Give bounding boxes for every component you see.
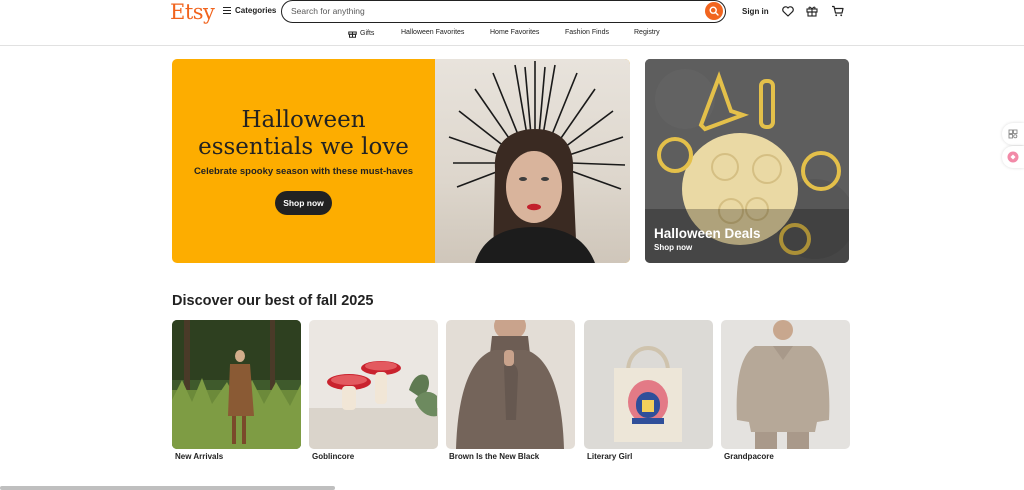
brown-turtleneck-photo — [446, 320, 575, 449]
hero-title-line2: essentials we love — [198, 134, 409, 160]
goblincore-image — [309, 320, 438, 449]
tote-bag-photo — [584, 320, 713, 449]
cart-icon — [831, 5, 844, 17]
card-label: Literary Girl — [587, 452, 633, 461]
category-card-literary-girl[interactable]: Literary Girl — [584, 320, 713, 461]
brown-is-the-new-black-image — [446, 320, 575, 449]
search-button[interactable] — [705, 2, 723, 20]
hero-title: Halloween essentials we love — [172, 107, 435, 161]
search-bar — [281, 0, 726, 23]
nav-halloween-favorites[interactable]: Halloween Favorites — [401, 29, 464, 36]
sign-in-link[interactable]: Sign in — [742, 7, 769, 16]
hero-photo — [435, 59, 630, 263]
halloween-headpiece-photo — [448, 61, 626, 263]
category-card-brown-is-the-new-black[interactable]: Brown Is the New Black — [446, 320, 575, 461]
category-card-new-arrivals[interactable]: New Arrivals — [172, 320, 301, 461]
shop-now-button[interactable]: Shop now — [275, 191, 332, 215]
grandpacore-image — [721, 320, 850, 449]
hero-text-panel: Halloween essentials we love Celebrate s… — [172, 59, 435, 263]
nav-gifts-label: Gifts — [360, 30, 375, 37]
heart-icon — [782, 5, 794, 17]
category-nav: Gifts Halloween Favorites Home Favorites… — [0, 29, 1024, 41]
halloween-deals-promo[interactable]: Halloween Deals Shop now — [645, 59, 849, 263]
nav-home-favorites[interactable]: Home Favorites — [490, 29, 539, 36]
halloween-deals-shop-link[interactable]: Shop now — [654, 243, 692, 252]
menu-icon — [223, 7, 231, 14]
cart-button[interactable] — [830, 4, 844, 18]
hero-banner[interactable]: Halloween essentials we love Celebrate s… — [172, 59, 630, 263]
horizontal-scrollbar[interactable] — [0, 486, 335, 490]
grid-icon — [1008, 129, 1018, 139]
floating-widget-button[interactable] — [1002, 123, 1024, 145]
site-header: Etsy Categories Sign in — [0, 0, 1024, 46]
new-arrivals-image — [172, 320, 301, 449]
gift-icon — [806, 6, 818, 17]
discover-section-title: Discover our best of fall 2025 — [172, 293, 374, 309]
card-label: New Arrivals — [175, 452, 224, 461]
card-label: Grandpacore — [724, 452, 774, 461]
hero-title-line1: Halloween — [241, 107, 366, 133]
floating-assistant-button[interactable] — [1002, 146, 1024, 168]
categories-label: Categories — [235, 6, 277, 15]
nav-gifts[interactable]: Gifts — [348, 29, 374, 38]
knit-sweater-photo — [721, 320, 850, 449]
etsy-logo[interactable]: Etsy — [170, 0, 215, 24]
category-card-grandpacore[interactable]: Grandpacore — [721, 320, 850, 461]
halloween-deals-title: Halloween Deals — [654, 226, 761, 241]
gift-icon — [348, 31, 357, 38]
mushroom-dishes-photo — [309, 320, 438, 449]
category-card-goblincore[interactable]: Goblincore — [309, 320, 438, 461]
favorites-button[interactable] — [781, 4, 795, 18]
assistant-icon — [1007, 151, 1019, 163]
search-icon — [709, 6, 719, 16]
literary-girl-image — [584, 320, 713, 449]
forest-model-photo — [172, 320, 301, 449]
nav-registry[interactable]: Registry — [634, 29, 660, 36]
categories-button[interactable]: Categories — [223, 6, 276, 15]
hero-subtitle: Celebrate spooky season with these must-… — [193, 166, 414, 177]
card-label: Brown Is the New Black — [449, 452, 540, 461]
nav-fashion-finds[interactable]: Fashion Finds — [565, 29, 609, 36]
card-label: Goblincore — [312, 452, 355, 461]
search-input[interactable] — [291, 4, 691, 18]
gift-button[interactable] — [805, 4, 819, 18]
